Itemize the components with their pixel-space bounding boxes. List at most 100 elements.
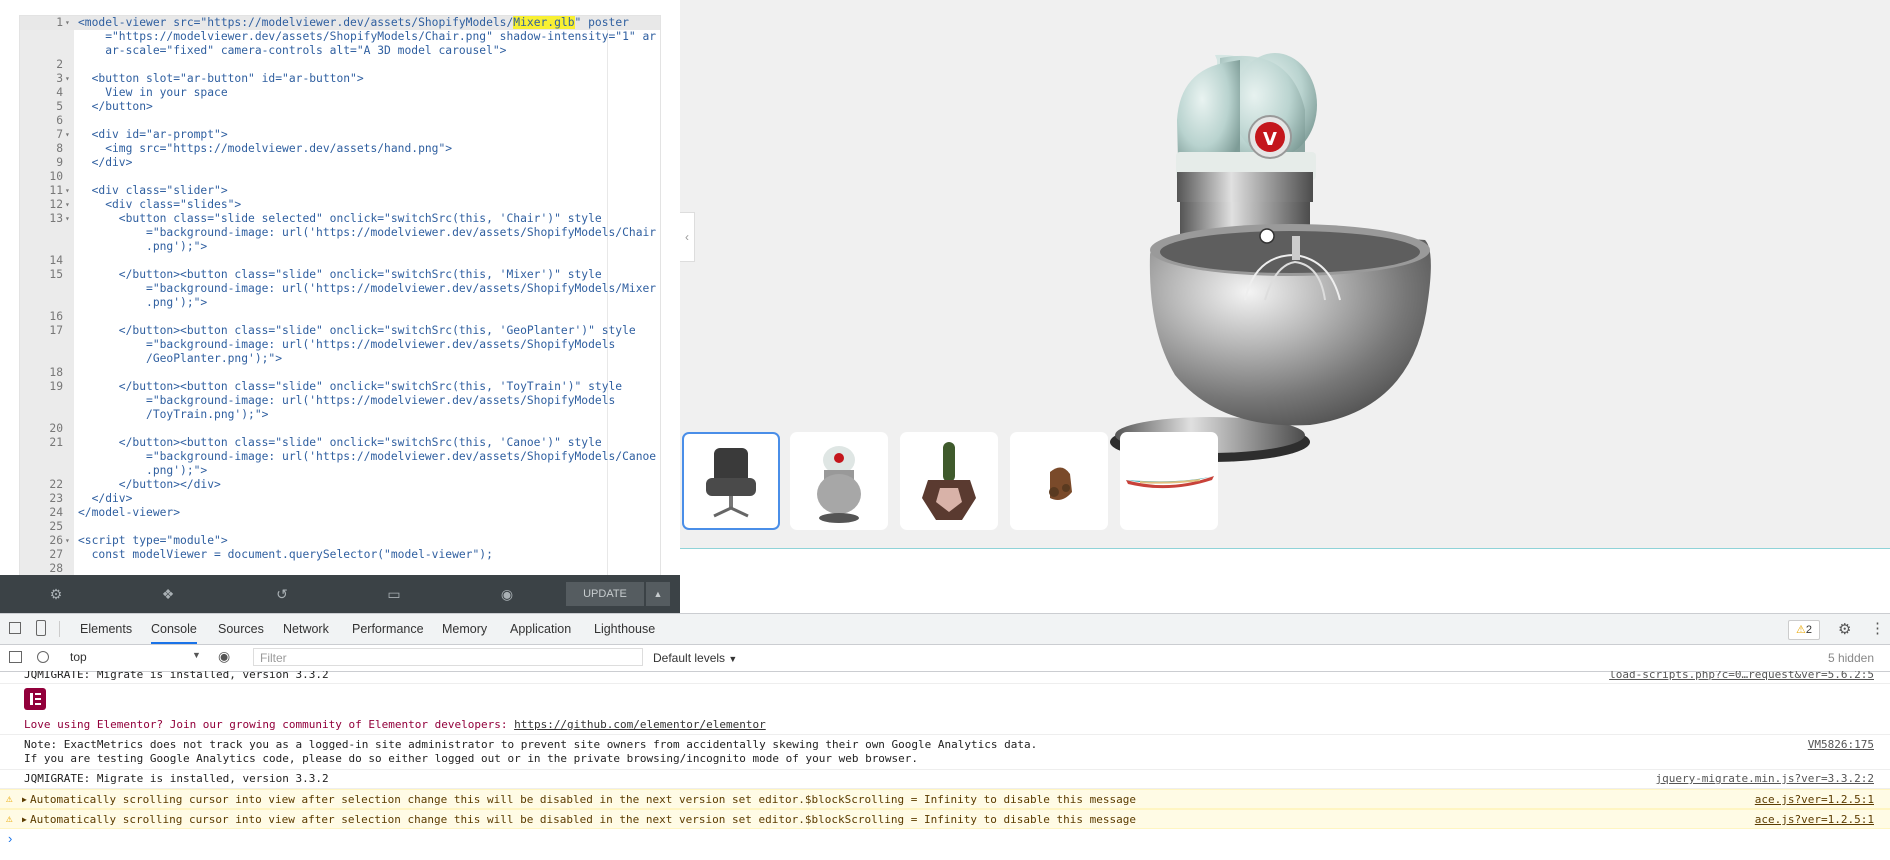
code-text: const modelViewer = document.querySelect… (78, 548, 493, 561)
message-text: JQMIGRATE: Migrate is installed, version… (24, 671, 329, 681)
chair-thumbnail-icon (706, 448, 756, 518)
code-text: .png');"> (78, 296, 208, 309)
log-levels-label: Default levels (653, 651, 726, 665)
fold-arrow-icon[interactable]: ▾ (65, 72, 70, 86)
line-number: 2 (56, 58, 63, 71)
code-editor[interactable]: 1 ▾ <model-viewer src="https://modelviewer… (19, 15, 661, 576)
context-select[interactable]: top (70, 650, 87, 664)
line-number: 27 (49, 548, 63, 561)
code-text: .png');"> (78, 240, 208, 253)
expand-arrow-icon[interactable]: ▶ (22, 793, 27, 807)
elementor-logo-icon (24, 688, 46, 710)
code-text: <div id="ar-prompt"> (78, 128, 228, 141)
collapse-panel-tab[interactable]: ‹ (680, 212, 695, 262)
line-number: 4 (56, 86, 63, 99)
preview-pane: V ‹ (680, 0, 1890, 613)
message-text: JQMIGRATE: Migrate is installed, version… (24, 772, 329, 785)
svg-text:V: V (1263, 129, 1277, 150)
update-button[interactable]: UPDATE (566, 582, 644, 606)
inspect-element-icon[interactable] (9, 622, 21, 634)
monitor-icon[interactable]: ▭ (378, 575, 410, 613)
update-dropdown-toggle[interactable]: ▲ (646, 582, 670, 606)
slide-chair[interactable] (682, 432, 780, 530)
line-number: 6 (56, 114, 63, 127)
context-chevron-down-icon[interactable]: ▼ (192, 650, 201, 660)
code-text: </div> (78, 492, 133, 505)
slide-mixer[interactable] (790, 432, 888, 530)
fold-arrow-icon[interactable]: ▾ (65, 212, 70, 226)
expand-arrow-icon[interactable]: ▶ (22, 813, 27, 827)
line-number: 21 (49, 436, 63, 449)
code-text: View in your space (78, 86, 228, 99)
code-text: ="https://modelviewer.dev/assets/Shopify… (78, 30, 657, 43)
log-levels-dropdown[interactable]: Default levels ▼ (653, 651, 737, 665)
message-source-link[interactable]: ace.js?ver=1.2.5:1 (1755, 813, 1874, 827)
fold-arrow-icon[interactable]: ▾ (65, 534, 70, 548)
clear-console-icon[interactable] (37, 651, 49, 663)
tab-elements[interactable]: Elements (80, 614, 132, 644)
warning-triangle-icon: ⚠ (1796, 624, 1806, 636)
tab-performance[interactable]: Performance (352, 614, 424, 644)
line-number: 13 (49, 212, 63, 225)
line-number: 14 (49, 254, 63, 267)
filter-input[interactable]: Filter (253, 648, 643, 666)
code-text: <div class="slider"> (78, 184, 228, 197)
tab-lighthouse[interactable]: Lighthouse (594, 614, 655, 644)
code-text: </model-viewer> (78, 506, 181, 519)
devtools-settings-gear-icon[interactable]: ⚙ (1838, 620, 1851, 638)
message-source-link[interactable]: ace.js?ver=1.2.5:1 (1755, 793, 1874, 807)
message-text: Automatically scrolling cursor into view… (30, 793, 1136, 806)
fold-arrow-icon[interactable]: ▾ (65, 16, 70, 30)
code-text: <div class="slides"> (78, 198, 242, 211)
message-text: Automatically scrolling cursor into view… (30, 813, 1136, 826)
console-warning[interactable]: ⚠ ▶ Automatically scrolling cursor into … (0, 809, 1890, 829)
line-number: 26 (49, 534, 63, 547)
line-number: 17 (49, 324, 63, 337)
line-number: 7 (56, 128, 63, 141)
console-message: Note: ExactMetrics does not track you as… (0, 735, 1890, 770)
code-text: </button><button class="slide" onclick="… (78, 436, 602, 449)
line-number: 5 (56, 100, 63, 113)
slide-geoplanter[interactable] (900, 432, 998, 530)
tab-network[interactable]: Network (283, 614, 329, 644)
tab-sources[interactable]: Sources (218, 614, 264, 644)
code-text: ="background-image: url('https://modelvi… (78, 282, 657, 295)
eye-icon[interactable]: ◉ (491, 575, 523, 613)
geoplanter-thumbnail-icon (922, 442, 976, 520)
model-viewer[interactable]: V ‹ (680, 0, 1890, 549)
live-expression-eye-icon[interactable]: ◉ (218, 648, 230, 665)
message-text: Love using Elementor? Join our growing c… (24, 718, 766, 731)
fold-arrow-icon[interactable]: ▾ (65, 198, 70, 212)
warning-count: 2 (1805, 624, 1812, 636)
sidebar-toggle-icon[interactable] (9, 651, 22, 663)
more-options-icon[interactable]: ⋮ (1870, 619, 1885, 637)
device-toolbar-icon[interactable] (36, 620, 46, 636)
settings-gear-icon[interactable]: ⚙ (40, 575, 72, 613)
tab-memory[interactable]: Memory (442, 614, 487, 644)
message-source-link[interactable]: jquery-migrate.min.js?ver=3.3.2:2 (1655, 772, 1874, 786)
layers-icon[interactable]: ❖ (152, 575, 184, 613)
devtools-panel: Elements Console Sources Network Perform… (0, 613, 1890, 860)
line-number: 12 (49, 198, 63, 211)
console-prompt[interactable]: › (8, 831, 12, 846)
line-number: 19 (49, 380, 63, 393)
code-text: ="background-image: url('https://modelvi… (78, 226, 657, 239)
history-icon[interactable]: ↺ (266, 575, 298, 613)
code-text: <button slot="ar-button" id="ar-button"> (78, 72, 364, 85)
console-message: JQMIGRATE: Migrate is installed, version… (0, 770, 1890, 789)
slide-canoe[interactable] (1120, 432, 1218, 530)
code-text: .png');"> (78, 464, 208, 477)
tab-console[interactable]: Console (151, 614, 197, 644)
message-source-link[interactable]: load-scripts.php?c=0…request&ver=5.6.2:5 (1609, 671, 1874, 682)
line-number: 16 (49, 310, 63, 323)
fold-arrow-icon[interactable]: ▾ (65, 128, 70, 142)
elementor-github-link[interactable]: https://github.com/elementor/elementor (514, 718, 766, 731)
message-source-link[interactable]: VM5826:175 (1808, 738, 1874, 752)
console-warning[interactable]: ⚠ ▶ Automatically scrolling cursor into … (0, 789, 1890, 809)
tab-application[interactable]: Application (510, 614, 571, 644)
message-text: Note: ExactMetrics does not track you as… (24, 738, 1038, 751)
fold-arrow-icon[interactable]: ▾ (65, 184, 70, 198)
warning-count-badge[interactable]: ⚠2 (1788, 620, 1820, 640)
slide-toytrain[interactable] (1010, 432, 1108, 530)
line-number: 15 (49, 268, 63, 281)
